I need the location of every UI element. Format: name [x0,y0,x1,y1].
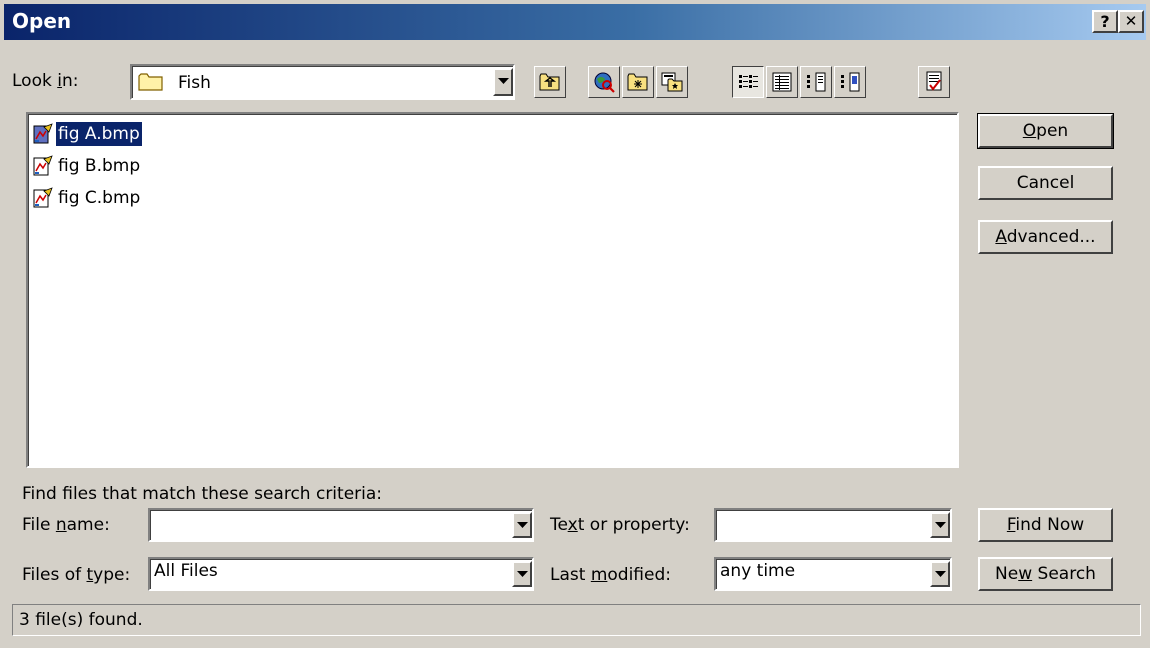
file-type-combobox[interactable]: All Files [148,557,534,591]
file-type-dropdown-button[interactable] [512,561,532,587]
last-modified-dropdown-button[interactable] [930,561,950,587]
preview-view-button[interactable] [834,66,866,98]
text-property-dropdown-button[interactable] [930,512,950,538]
chevron-down-icon [935,571,946,577]
lookin-combobox[interactable]: Fish [130,64,515,100]
text-property-combobox[interactable] [714,508,952,542]
help-button[interactable]: ? [1092,10,1118,33]
new-folder-button[interactable] [622,66,654,98]
last-modified-combobox[interactable]: any time [714,557,952,591]
last-modified-value: any time [720,561,796,581]
bitmap-file-icon [33,123,53,144]
file-list[interactable]: fig A.bmp fig B.bmp fig C.bmp [26,112,959,468]
properties-view-button[interactable] [800,66,832,98]
text-property-label: Text or property: [550,515,690,535]
lookin-dropdown-button[interactable] [493,68,513,96]
lookin-label: Look in: [12,71,79,91]
bitmap-file-icon [33,155,53,176]
chevron-down-icon [517,571,528,577]
list-view-button[interactable] [732,66,764,98]
close-button[interactable]: ✕ [1118,10,1144,33]
properties-view-icon [807,72,826,92]
commands-icon [926,71,942,91]
preview-view-icon [841,72,860,92]
cancel-button[interactable]: Cancel [978,166,1113,200]
find-now-button[interactable]: Find Now [978,508,1113,542]
file-name: fig C.bmp [58,188,141,208]
filename-combobox[interactable] [148,508,534,542]
open-dialog: Open ? ✕ Look in: Fish fig A.bmp fig B.b… [0,0,1150,648]
last-modified-label: Last modified: [550,565,671,585]
details-view-button[interactable] [766,66,798,98]
commands-settings-button[interactable] [918,66,950,98]
add-to-favorites-button[interactable] [656,66,688,98]
search-web-button[interactable] [588,66,620,98]
lookin-folder-name: Fish [178,73,211,93]
chevron-down-icon [498,78,509,84]
new-search-button[interactable]: New Search [978,557,1113,591]
favorites-icon [661,72,683,92]
bitmap-file-icon [33,187,53,208]
search-criteria-heading: Find files that match these search crite… [22,484,383,504]
globe-search-icon [594,72,615,93]
file-name: fig A.bmp [55,121,143,147]
up-one-level-button[interactable] [534,66,566,98]
filename-label: File name: [22,515,110,535]
advanced-button[interactable]: Advanced... [978,220,1113,254]
dialog-title: Open [12,9,72,33]
file-type-label: Files of type: [22,565,131,585]
chevron-down-icon [935,522,946,528]
details-view-icon [772,72,792,92]
new-folder-icon [627,73,648,91]
file-name: fig B.bmp [58,156,141,176]
folder-icon [138,72,164,96]
title-bar[interactable]: Open ? ✕ [4,4,1146,40]
status-bar: 3 file(s) found. [12,604,1141,636]
list-view-icon [739,75,758,88]
up-folder-icon [539,73,560,91]
file-type-value: All Files [154,561,218,581]
filename-dropdown-button[interactable] [512,512,532,538]
open-button[interactable]: Open [977,113,1114,149]
chevron-down-icon [517,522,528,528]
